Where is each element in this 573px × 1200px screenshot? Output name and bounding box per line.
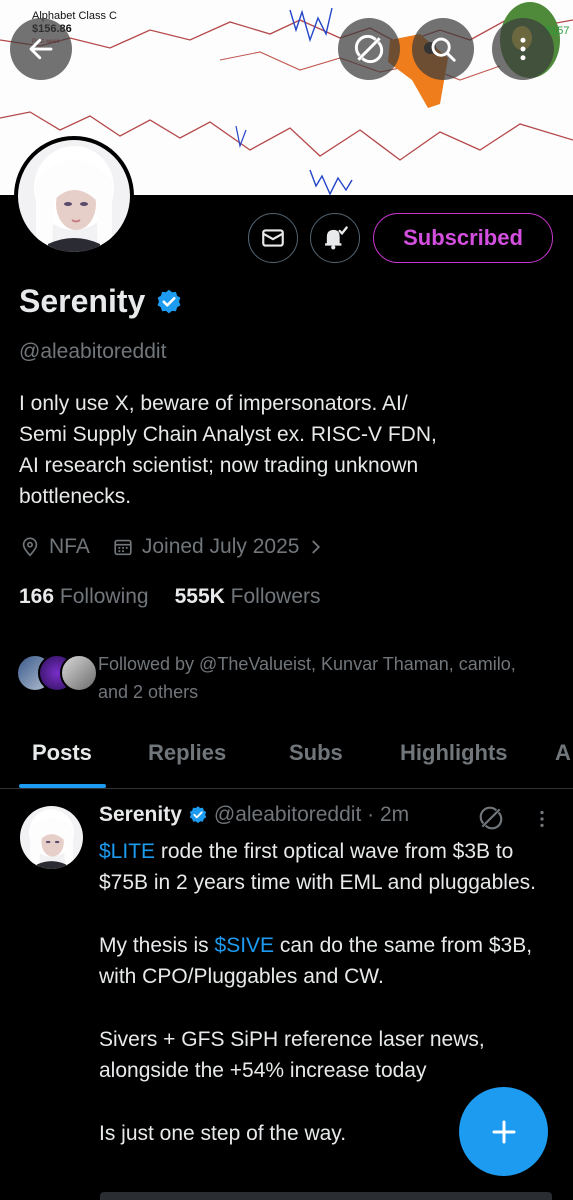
cashtag-link[interactable]: $SIVE [215, 934, 275, 957]
profile-tabs: Posts Replies Subs Highlights A [0, 728, 573, 789]
post-grok-button[interactable] [478, 805, 504, 836]
post-paragraph: My thesis is $SIVE can do the same from … [99, 930, 549, 992]
post-author-handle-time: @aleabitoreddit · 2m [213, 803, 410, 826]
compose-post-button[interactable] [459, 1087, 548, 1176]
chevron-right-icon [312, 540, 321, 554]
tab-subs[interactable]: Subs [289, 740, 343, 766]
tab-posts[interactable]: Posts [32, 740, 92, 766]
post-more-button[interactable] [536, 808, 548, 835]
tab-replies[interactable]: Replies [148, 740, 226, 766]
plus-icon [492, 1120, 515, 1143]
follow-stats: 166 Following 555K Followers [19, 585, 321, 609]
followed-by-avatars [16, 650, 98, 692]
subscribed-button[interactable]: Subscribed [373, 213, 553, 263]
next-post-edge [100, 1192, 552, 1200]
verified-badge-icon [189, 806, 207, 824]
post-avatar[interactable] [20, 806, 83, 869]
message-button[interactable] [248, 213, 298, 263]
display-name: Serenity [19, 283, 146, 319]
post-author-name[interactable]: Serenity [99, 803, 182, 827]
verified-badge-icon[interactable] [155, 288, 183, 316]
post-paragraph-text: My thesis is [99, 934, 215, 957]
post-header: Serenity @aleabitoreddit · 2m [99, 803, 409, 827]
search-button[interactable] [412, 18, 474, 80]
profile-bio: I only use X, beware of impersonators. A… [19, 392, 437, 508]
location-text: NFA [49, 535, 90, 558]
profile-meta: NFA Joined July 2025 [19, 535, 347, 559]
profile-handle: @aleabitoreddit [19, 340, 167, 363]
location-pin-icon [22, 537, 38, 557]
active-tab-indicator [19, 784, 106, 788]
notifications-button[interactable] [310, 213, 360, 263]
cashtag-link[interactable]: $LITE [99, 840, 155, 863]
bell-check-icon [325, 226, 348, 250]
joined-item[interactable]: Joined July 2025 [112, 535, 326, 559]
name-row: Serenity [19, 283, 183, 320]
avatar-image [18, 140, 130, 252]
grok-button[interactable] [338, 18, 400, 80]
following-count: 166 [19, 585, 55, 608]
location-item: NFA [19, 535, 90, 559]
followers-count: 555K [174, 585, 225, 608]
tab-articles[interactable]: A [555, 740, 571, 766]
following-link[interactable]: 166 Following [19, 585, 149, 609]
calendar-icon [114, 539, 132, 556]
profile-avatar[interactable] [14, 136, 134, 256]
grok-icon [479, 806, 503, 830]
more-options-button[interactable] [492, 18, 554, 80]
post-avatar-image [20, 806, 83, 869]
more-vertical-icon [540, 810, 544, 828]
tab-highlights[interactable]: Highlights [400, 740, 508, 766]
envelope-icon [262, 229, 284, 247]
follower-avatar [60, 654, 98, 692]
back-arrow-icon [29, 38, 53, 60]
post-paragraph: $LITE rode the first optical wave from $… [99, 836, 549, 898]
joined-text: Joined July 2025 [141, 535, 300, 558]
followed-by-text: Followed by @TheValueist, Kunvar Thaman,… [98, 654, 516, 702]
followers-label: Followers [230, 585, 321, 608]
more-vertical-icon [520, 37, 526, 61]
following-label: Following [59, 585, 149, 608]
search-icon [431, 37, 456, 62]
grok-icon [354, 34, 384, 64]
back-button[interactable] [10, 18, 72, 80]
post-paragraph: Sivers + GFS SiPH reference laser news, … [99, 1028, 485, 1082]
followers-link[interactable]: 555K Followers [175, 585, 321, 609]
followed-by[interactable]: Followed by @TheValueist, Kunvar Thaman,… [16, 650, 538, 706]
post-paragraph-text: rode the first optical wave from $3B to … [99, 840, 536, 894]
